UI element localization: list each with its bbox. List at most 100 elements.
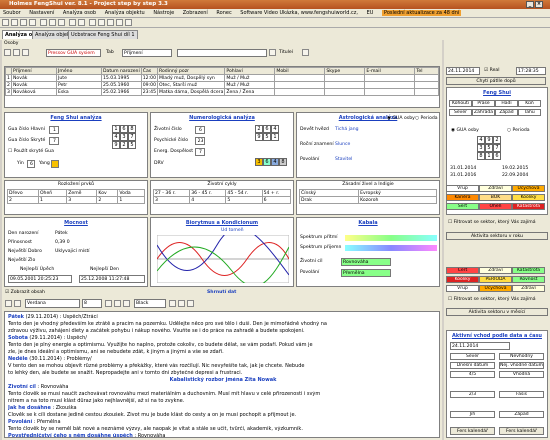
col-header[interactable]: Tel xyxy=(414,67,439,75)
table-cell xyxy=(324,81,366,89)
menu-item-video[interactable]: Software Video Ukázka, www.fengshuiworld… xyxy=(240,10,358,16)
menu-item-zobrazeni[interactable]: Zobrazení xyxy=(183,10,208,16)
color-select[interactable]: Black xyxy=(134,299,166,308)
gua-osoba-radio[interactable]: ◉ GUA osby xyxy=(387,116,415,121)
use-hidden-gua-checkbox[interactable]: ☐ Použít skryté Gua xyxy=(8,149,54,154)
align-right-icon[interactable] xyxy=(187,300,194,307)
grid-cell: 4 xyxy=(112,133,120,141)
paste-icon[interactable] xyxy=(58,19,65,26)
real-checkbox[interactable]: ☑ Real xyxy=(484,68,500,73)
col-header[interactable]: Jméno xyxy=(56,67,102,75)
filter-sector-checkbox-1[interactable]: ☐ Filtrovat se sektor, který Vás zajímá xyxy=(448,220,536,225)
delete-person-icon[interactable] xyxy=(22,49,29,56)
gua-osoba-right-radio[interactable]: ◉ GUA osby xyxy=(451,128,479,133)
bold-icon[interactable] xyxy=(105,300,112,307)
show-content-checkbox[interactable]: ☑ Zobrazit obsah xyxy=(5,290,45,295)
font-size-select[interactable]: 8 xyxy=(82,299,102,308)
minimize-button[interactable]: _ xyxy=(526,1,534,8)
close-button[interactable]: × xyxy=(535,1,543,8)
spectrum-dark-bar xyxy=(345,235,437,241)
save-icon[interactable] xyxy=(20,19,27,26)
font-select[interactable]: Verdana xyxy=(25,299,80,308)
col-header[interactable]: E-mail xyxy=(364,67,416,75)
menu-item-eu[interactable]: EU xyxy=(367,10,374,16)
tab-ucbstrace[interactable]: Ucbstrace Feng Shui díl 1 xyxy=(68,30,138,39)
calendar-button-1[interactable]: Fers kalendář xyxy=(450,427,495,435)
table-cell: Jute xyxy=(56,74,102,82)
align-center-icon[interactable] xyxy=(178,300,185,307)
search-icon[interactable] xyxy=(269,49,276,56)
menu-item-soubor[interactable]: Soubor xyxy=(3,10,21,16)
menu-item-update[interactable]: Poslední aktualizace za 48 dní xyxy=(381,10,462,16)
refresh-icon[interactable] xyxy=(302,49,309,56)
redo-icon[interactable] xyxy=(78,19,85,26)
chart-icon[interactable] xyxy=(107,19,114,26)
best-success-label: Nejlepší Úpěch xyxy=(20,267,55,272)
time-input[interactable]: 17:28:35 xyxy=(516,67,546,75)
edit-person-icon[interactable] xyxy=(13,49,20,56)
underline-icon[interactable] xyxy=(123,300,130,307)
gua-hidden-value[interactable]: 7 xyxy=(49,137,59,145)
menu-item-ronec[interactable]: Ronec xyxy=(216,10,231,16)
info-icon[interactable] xyxy=(125,19,132,26)
sector-activity-year[interactable]: Aktivita sektoru v roku xyxy=(446,232,548,240)
titles-button[interactable]: Tituleí xyxy=(279,50,293,55)
people-table-container: Příjmení Jméno Datum narození Čas Rodinn… xyxy=(4,66,440,108)
open-icon[interactable] xyxy=(11,19,18,26)
col-header[interactable]: Mobil xyxy=(274,67,326,75)
element-cell: Úcychová xyxy=(479,285,512,292)
cut-icon[interactable] xyxy=(40,19,47,26)
date-input[interactable]: 24.11.2014 xyxy=(446,67,480,75)
copy-icon[interactable] xyxy=(49,19,56,26)
help-icon[interactable] xyxy=(116,19,123,26)
col-header[interactable]: Čas xyxy=(140,67,159,75)
summary-text-content: Tento člověk by se neměl bát nové a nezn… xyxy=(8,426,303,432)
menu-item-nastaveni[interactable]: Nastavení xyxy=(29,10,54,16)
summary-text-panel[interactable]: Pátek (29.11.2014) : Úspěch/Ztrácí Tento … xyxy=(4,311,440,438)
new-icon[interactable] xyxy=(2,19,9,26)
col-header[interactable]: Skype xyxy=(324,67,366,75)
calendar-button[interactable]: Chytí pátlle dopů xyxy=(446,77,546,85)
active-entry-date[interactable]: 24.11.2014 xyxy=(450,342,510,350)
menu-item-analyza-objektu[interactable]: Analýza objektu xyxy=(105,10,145,16)
table-cell: 25.02.1966 xyxy=(101,88,142,96)
table-cell: Matka dáma, Dospělá dcera xyxy=(156,88,226,96)
italic-icon[interactable] xyxy=(114,300,121,307)
table-row[interactable]: 1 Novák Jute 15.03.1995 12:00 Mladý muž, Dosp… xyxy=(5,74,439,82)
table-row[interactable]: 2 Novák Petr 25.05.1960 09:00 Otec, Starší mu… xyxy=(5,81,439,89)
sector-activity-month[interactable]: Aktivita sektoru v měsící xyxy=(446,308,548,316)
add-person-icon[interactable] xyxy=(4,49,11,56)
element-cell: Kariéra xyxy=(446,194,479,201)
align-left-icon[interactable] xyxy=(169,300,176,307)
calendar-icon[interactable] xyxy=(89,19,96,26)
perioda-radio[interactable]: ○ Perioda xyxy=(415,116,438,121)
kabala-title: Kabala xyxy=(297,220,439,226)
sort-select[interactable]: Příjmení xyxy=(122,49,172,57)
menu-item-nastroje[interactable]: Nástroje xyxy=(153,10,174,16)
element-cell: PERIODA xyxy=(479,276,512,283)
print-summary-icon[interactable] xyxy=(5,300,12,307)
perioda-right-radio[interactable]: ○ Perioda xyxy=(507,128,530,133)
menu-item-analyza-osob[interactable]: Analýza osob xyxy=(63,10,96,16)
profession-kabala-value: Přemělna xyxy=(341,269,391,277)
col-header[interactable]: Datum narození xyxy=(101,67,142,75)
direction-value: Tahu xyxy=(518,109,541,116)
calendar-button-2[interactable]: Fers kalendář xyxy=(499,427,544,435)
col-header[interactable]: Příjmení xyxy=(11,67,57,75)
undo-icon[interactable] xyxy=(69,19,76,26)
gua-main-value[interactable]: 1 xyxy=(49,126,59,134)
compass-icon[interactable] xyxy=(98,19,105,26)
gua-system-select[interactable]: Pressov GUA sysiem xyxy=(46,49,101,57)
summary-heading: Povstředničství čeho s něm dosáhne úspěc… xyxy=(8,433,133,438)
print-icon[interactable] xyxy=(29,19,36,26)
summary-heading: Sobota xyxy=(8,335,28,341)
grid-cell: 9 xyxy=(112,141,120,149)
filter-sector-checkbox-2[interactable]: ☐ Filtrovat se sektor, který Vás zajímá xyxy=(448,297,536,302)
export-icon[interactable] xyxy=(14,300,21,307)
table-row[interactable]: 3 Nováková Eska 25.02.1966 23:45 Matka dáma, … xyxy=(5,88,439,96)
col-header[interactable]: Pohlaví xyxy=(224,67,276,75)
col-header[interactable]: Rodinný pozr xyxy=(156,67,226,75)
energy-label: Energ. Dospělost xyxy=(154,149,194,154)
section-label-osoby: Osoby xyxy=(4,41,19,46)
search-input[interactable] xyxy=(177,49,267,57)
